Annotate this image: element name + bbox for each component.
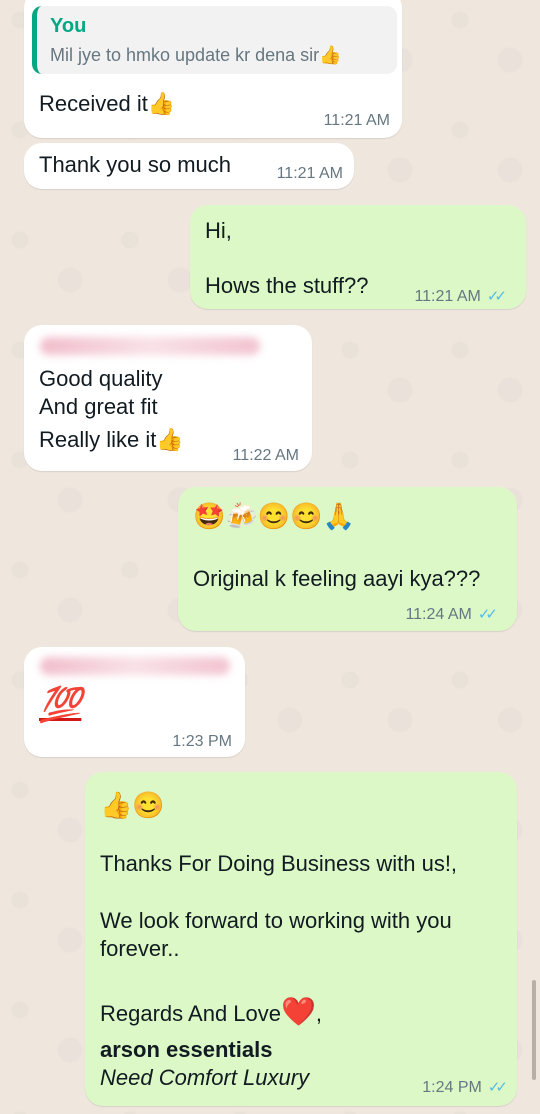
message-time: 1:24 PM ✓✓	[422, 1078, 508, 1097]
hundred-points-emoji: 💯	[39, 686, 82, 724]
message-line: Thanks For Doing Business with us!,	[100, 851, 458, 876]
message-time: 1:23 PM	[172, 733, 232, 750]
incoming-message-bubble[interactable]: Thank you so much 11:21 AM	[24, 143, 354, 189]
incoming-message-bubble[interactable]: You Mil jye to hmko update kr dena sir👍 …	[24, 0, 402, 138]
message-line: Really like it👍	[39, 427, 184, 452]
message-time: 11:21 AM	[276, 165, 343, 182]
message-line: And great fit	[39, 394, 158, 419]
emoji-row: 👍😊	[100, 790, 165, 820]
message-line: We look forward to working with you	[100, 908, 452, 933]
emoji-row: 🤩🍻😊😊🙏	[193, 501, 355, 531]
read-receipt-icon: ✓✓	[486, 288, 507, 305]
outgoing-message-bubble[interactable]: 👍😊 Thanks For Doing Business with us!, W…	[85, 772, 517, 1106]
brand-tagline: Need Comfort Luxury	[100, 1065, 310, 1090]
quoted-reply[interactable]: You Mil jye to hmko update kr dena sir👍	[32, 6, 397, 74]
heart-emoji: ❤️	[281, 996, 316, 1027]
read-receipt-icon: ✓✓	[487, 1079, 508, 1096]
message-time: 11:21 AM	[323, 112, 390, 129]
outgoing-message-bubble[interactable]: Hi, Hows the stuff?? 11:21 AM ✓✓	[190, 205, 526, 309]
regards-text: Regards And Love	[100, 1001, 282, 1026]
quote-author: You	[50, 15, 87, 37]
message-time-text: 11:21 AM	[414, 288, 481, 305]
sender-name-redacted	[40, 337, 260, 355]
message-time: 11:24 AM ✓✓	[405, 605, 498, 624]
message-line: Hows the stuff??	[205, 273, 369, 298]
message-text: Received it👍	[39, 91, 176, 116]
sender-name-redacted	[40, 657, 230, 675]
message-text: Thank you so much	[39, 152, 231, 177]
outgoing-message-bubble[interactable]: 🤩🍻😊😊🙏 Original k feeling aayi kya??? 11:…	[178, 487, 517, 631]
message-line: forever..	[100, 936, 180, 961]
message-line: Regards And Love❤️,	[100, 998, 322, 1028]
scrollbar[interactable]	[532, 980, 536, 1080]
message-time-text: 11:24 AM	[405, 606, 472, 623]
message-time: 11:22 AM	[232, 447, 299, 464]
message-line: Good quality	[39, 366, 163, 391]
incoming-message-bubble[interactable]: Good quality And great fit Really like i…	[24, 325, 312, 471]
comma-text: ,	[315, 1001, 323, 1026]
quote-text: Mil jye to hmko update kr dena sir👍	[50, 45, 342, 65]
message-time-text: 1:24 PM	[422, 1079, 482, 1096]
message-text: Original k feeling aayi kya???	[193, 566, 481, 591]
incoming-message-bubble[interactable]: 💯 1:23 PM	[24, 647, 245, 757]
read-receipt-icon: ✓✓	[477, 606, 498, 623]
message-line: Hi,	[205, 218, 232, 243]
message-time: 11:21 AM ✓✓	[414, 287, 507, 306]
brand-name: arson essentials	[100, 1037, 273, 1062]
